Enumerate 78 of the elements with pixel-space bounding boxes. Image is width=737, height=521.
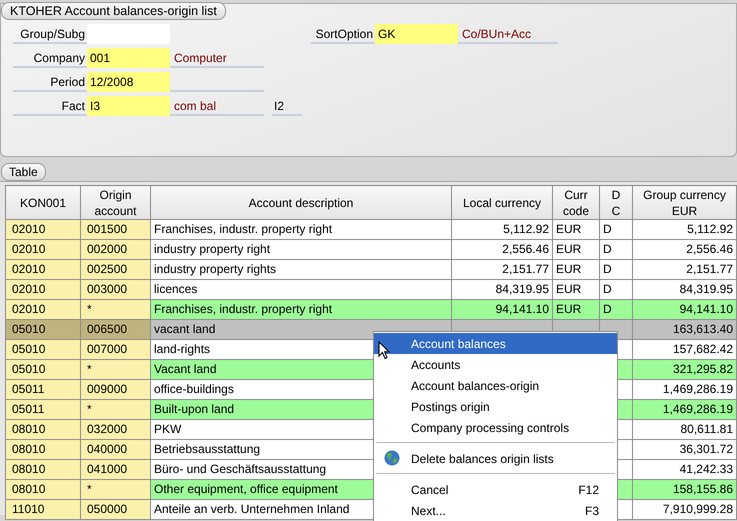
table-cell: 2,556.46 bbox=[452, 240, 552, 260]
input-field[interactable]: GK bbox=[375, 24, 458, 44]
column-header[interactable]: D C bbox=[600, 186, 632, 220]
table-cell: 80,611.81 bbox=[632, 420, 736, 440]
table-cell: industry property rights bbox=[150, 260, 452, 280]
table-cell: 11010 bbox=[6, 500, 80, 520]
table-cell: 2,151.77 bbox=[452, 260, 552, 280]
input-field[interactable]: I3 bbox=[87, 96, 170, 116]
table-cell: 05011 bbox=[6, 380, 80, 400]
column-header[interactable]: KON001 bbox=[6, 186, 80, 220]
table-cell: * bbox=[80, 400, 150, 420]
table-cell: 1,469,286.19 bbox=[632, 400, 736, 420]
table-cell: Franchises, industr. property right bbox=[150, 300, 452, 320]
table-cell: 94,141.10 bbox=[452, 300, 552, 320]
table-cell: 009000 bbox=[80, 380, 150, 400]
table-cell: 02010 bbox=[6, 280, 80, 300]
table-cell: 02010 bbox=[6, 220, 80, 240]
table-cell: 006500 bbox=[80, 320, 150, 340]
table-cell: 05010 bbox=[6, 340, 80, 360]
table-cell: 032000 bbox=[80, 420, 150, 440]
table-cell: EUR bbox=[552, 260, 600, 280]
table-cell: 001500 bbox=[80, 220, 150, 240]
table-cell: D bbox=[600, 260, 632, 280]
table-cell: EUR bbox=[552, 240, 600, 260]
table-cell: 040000 bbox=[80, 440, 150, 460]
table-cell: 007000 bbox=[80, 340, 150, 360]
table-cell: 2,556.46 bbox=[632, 240, 736, 260]
table-cell: 02010 bbox=[6, 300, 80, 320]
globe-icon bbox=[384, 450, 400, 466]
table-cell: 321,295.82 bbox=[632, 360, 736, 380]
field-description: Co/BUn+Acc bbox=[458, 24, 558, 44]
table-cell: D bbox=[600, 220, 632, 240]
table-cell: 002500 bbox=[80, 260, 150, 280]
table-cell: 05011 bbox=[6, 400, 80, 420]
field-description: Computer bbox=[170, 48, 264, 68]
table-cell: 2,151.77 bbox=[632, 260, 736, 280]
panel-tab[interactable]: KTOHER Account balances-origin list bbox=[1, 2, 226, 20]
column-header[interactable]: Local currency bbox=[452, 186, 552, 220]
table-cell: * bbox=[80, 480, 150, 500]
table-cell: 05010 bbox=[6, 320, 80, 340]
table-cell: 5,112.92 bbox=[632, 220, 736, 240]
column-header[interactable]: Origin account bbox=[80, 186, 150, 220]
table-cell: EUR bbox=[552, 220, 600, 240]
input-field[interactable]: 12/2008 bbox=[87, 72, 170, 92]
table-cell: 02010 bbox=[6, 260, 80, 280]
table-cell: 5,112.92 bbox=[452, 220, 552, 240]
column-header[interactable]: Account description bbox=[150, 186, 452, 220]
table-cell: D bbox=[600, 300, 632, 320]
table-cell: 05010 bbox=[6, 360, 80, 380]
table-cell: 163,613.40 bbox=[632, 320, 736, 340]
column-header[interactable]: Curr code bbox=[552, 186, 600, 220]
input-field[interactable]: 001 bbox=[87, 48, 170, 68]
table-cell: 94,141.10 bbox=[632, 300, 736, 320]
table-cell: 02010 bbox=[6, 240, 80, 260]
column-header[interactable]: Group currency EUR bbox=[632, 186, 736, 220]
table-cell: 003000 bbox=[80, 280, 150, 300]
cursor-icon bbox=[378, 341, 390, 360]
field-description: com bal bbox=[170, 96, 264, 116]
table-cell: industry property right bbox=[150, 240, 452, 260]
table-cell: 050000 bbox=[80, 500, 150, 520]
panel-tab[interactable]: Table bbox=[1, 163, 46, 181]
table-cell: 36,301.72 bbox=[632, 440, 736, 460]
table-cell: D bbox=[600, 240, 632, 260]
table-cell: 041000 bbox=[80, 460, 150, 480]
table-cell: 08010 bbox=[6, 480, 80, 500]
menu-item[interactable]: Account balances bbox=[374, 333, 617, 354]
input-field[interactable] bbox=[87, 24, 170, 44]
table-cell: * bbox=[80, 300, 150, 320]
table-cell: 08010 bbox=[6, 460, 80, 480]
table-cell: Franchises, industr. property right bbox=[150, 220, 452, 240]
table-cell: 158,155.86 bbox=[632, 480, 736, 500]
field-value: I2 bbox=[272, 96, 302, 116]
table-cell: 7,910,999.28 bbox=[632, 500, 736, 520]
table-cell: * bbox=[80, 360, 150, 380]
table-cell: 002000 bbox=[80, 240, 150, 260]
table-cell: EUR bbox=[552, 300, 600, 320]
table-cell: 08010 bbox=[6, 420, 80, 440]
table-cell: 08010 bbox=[6, 440, 80, 460]
